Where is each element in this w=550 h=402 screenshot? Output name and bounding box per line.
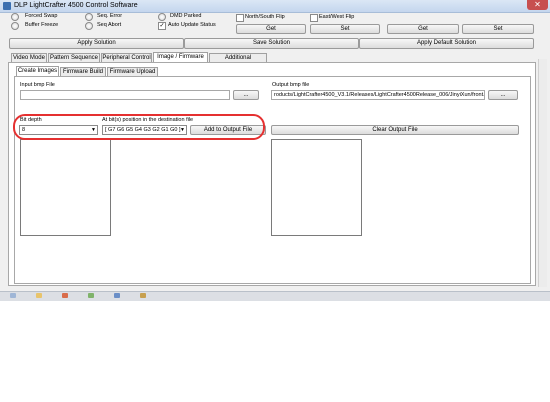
tab-additional-resources[interactable]: Additional Resources [209, 53, 267, 70]
seq-error-label: Seq. Error [97, 13, 123, 19]
seq-error-indicator [85, 13, 93, 21]
apply-default-solution-button[interactable]: Apply Default Solution [359, 38, 534, 49]
input-image-list[interactable] [20, 139, 111, 236]
output-bmp-label: Output bmp file [272, 82, 310, 88]
flip-ns-set-button[interactable]: Set [310, 24, 380, 34]
flip-ew-get-button[interactable]: Get [387, 24, 459, 34]
output-image-list[interactable] [271, 139, 362, 236]
buffer-freeze-label: Buffer Freeze [25, 22, 59, 28]
dmd-parked-label: DMD Parked [170, 13, 202, 19]
tab-pattern-sequence[interactable]: Pattern Sequence [48, 53, 100, 62]
input-bmp-field[interactable] [20, 90, 230, 100]
east-west-flip-checkbox[interactable] [310, 14, 318, 22]
dmd-parked-indicator [158, 13, 166, 21]
flip-ew-set-button[interactable]: Set [462, 24, 534, 34]
browse-input-button[interactable]: ... [233, 90, 259, 100]
north-south-flip-checkbox[interactable] [236, 14, 244, 22]
close-button[interactable]: ✕ [527, 0, 548, 10]
red-annotation-circle [13, 114, 265, 140]
save-solution-button[interactable]: Save Solution [184, 38, 359, 49]
title-bar: DLP LightCrafter 4500 Control Software ✕ [0, 0, 550, 13]
subtab-firmware-upload[interactable]: Firmware Upload [107, 67, 158, 76]
app-window: DLP LightCrafter 4500 Control Software ✕… [0, 0, 550, 291]
taskbar [0, 291, 550, 301]
output-bmp-field[interactable]: roducts/LightCrafter4500_V3.1/Releases/L… [271, 90, 485, 100]
auto-update-label: Auto Update Status [168, 22, 216, 28]
window-title: DLP LightCrafter 4500 Control Software [14, 2, 138, 9]
taskbar-app-icon[interactable] [114, 293, 120, 298]
vertical-scrollbar[interactable] [538, 59, 547, 287]
north-south-flip-label: North/South Flip [245, 14, 285, 20]
subtab-firmware-build[interactable]: Firmware Build [60, 67, 106, 76]
taskbar-app-icon[interactable] [62, 293, 68, 298]
apply-solution-button[interactable]: Apply Solution [9, 38, 184, 49]
buffer-freeze-indicator [11, 22, 19, 30]
taskbar-app-icon[interactable] [10, 293, 16, 298]
clear-output-button[interactable]: Clear Output File [271, 125, 519, 135]
forced-swap-label: Forced Swap [25, 13, 58, 19]
taskbar-folder-icon[interactable] [36, 293, 42, 298]
seq-abort-indicator [85, 22, 93, 30]
forced-swap-indicator [11, 13, 19, 21]
flip-ns-get-button[interactable]: Get [236, 24, 306, 34]
input-bmp-label: Input bmp File [20, 82, 55, 88]
seq-abort-label: Seq Abort [97, 22, 122, 28]
app-icon [3, 2, 11, 10]
tab-video-mode[interactable]: Video Mode [11, 53, 47, 62]
auto-update-checkbox[interactable]: ✓ [158, 22, 166, 30]
browse-output-button[interactable]: ... [488, 90, 518, 100]
east-west-flip-label: East/West Flip [319, 14, 355, 20]
taskbar-app-icon[interactable] [140, 293, 146, 298]
tab-peripheral-control[interactable]: Peripheral Control [101, 53, 152, 62]
taskbar-app-icon[interactable] [88, 293, 94, 298]
